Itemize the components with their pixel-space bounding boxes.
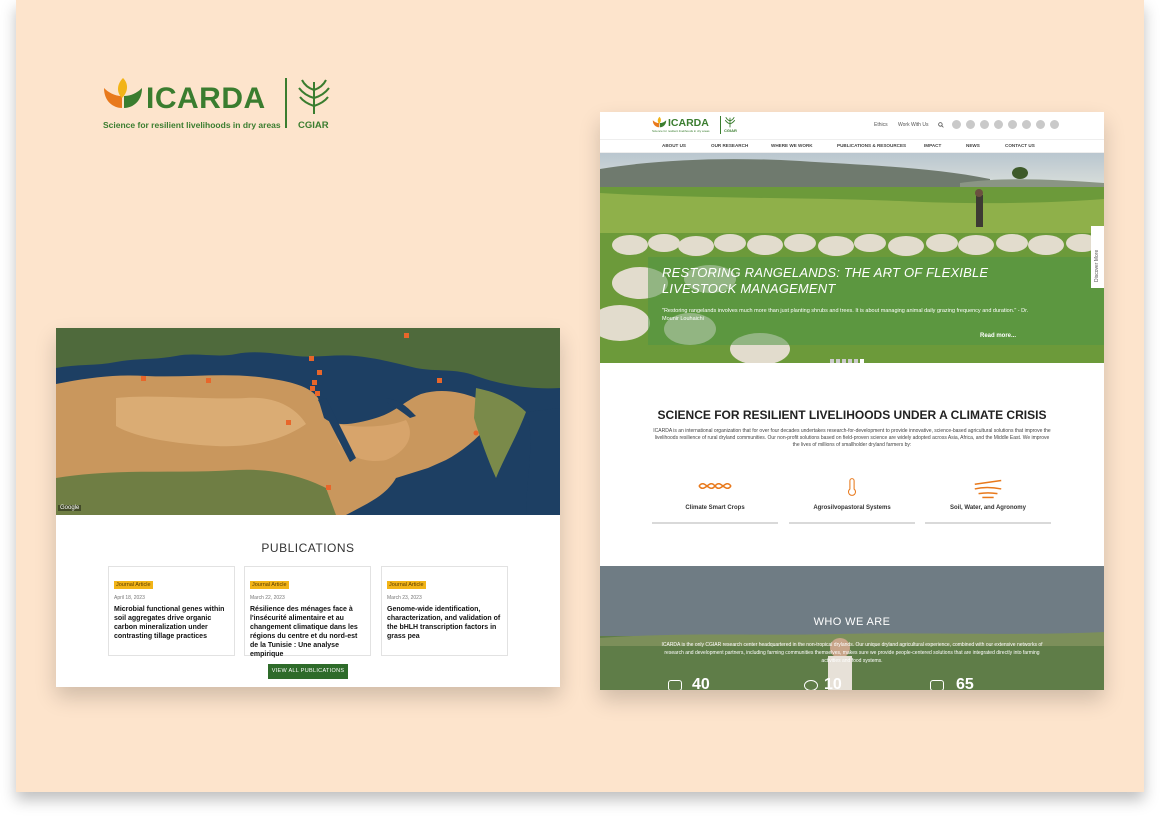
nav-contact-us[interactable]: CONTACT US xyxy=(1005,143,1035,148)
dna-icon xyxy=(698,483,732,489)
slide-dot[interactable] xyxy=(854,359,858,363)
work-with-us-link[interactable]: Work With Us xyxy=(898,122,928,128)
leaf-logo-icon xyxy=(104,78,142,108)
water-soil-icon xyxy=(974,479,1002,499)
publication-date: March 22, 2023 xyxy=(250,595,285,601)
pillar-label: Soil, Water, and Agronomy xyxy=(950,505,1026,511)
ethics-link[interactable]: Ethics xyxy=(874,122,888,128)
flickr-icon[interactable] xyxy=(1008,120,1017,129)
pillar-soil-water-agronomy[interactable]: Soil, Water, and Agronomy xyxy=(925,476,1051,524)
pillar-agrosilvopastoral[interactable]: Agrosilvopastoral Systems xyxy=(789,476,915,524)
brand-divider xyxy=(285,78,287,128)
rss-icon[interactable] xyxy=(1036,120,1045,129)
slide-dot[interactable] xyxy=(830,359,834,363)
linkedin-icon[interactable] xyxy=(980,120,989,129)
thermometer-icon xyxy=(847,478,857,496)
podcast-icon[interactable] xyxy=(1050,120,1059,129)
who-we-are-text: ICARDA is the only CGIAR research center… xyxy=(661,642,1043,664)
twitter-icon[interactable] xyxy=(952,120,961,129)
instagram-icon[interactable] xyxy=(994,120,1003,129)
publication-type-badge: Journal Article xyxy=(250,581,289,589)
brand-name: ICARDA xyxy=(146,82,266,115)
publication-date: April 18, 2023 xyxy=(114,595,145,601)
publications-page-mockup: Google PUBLICATIONS Journal Article Apri… xyxy=(56,328,560,687)
youtube-icon[interactable] xyxy=(1022,120,1031,129)
pillar-climate-smart-crops[interactable]: Climate Smart Crops xyxy=(652,476,778,524)
publication-date: March 23, 2023 xyxy=(387,595,422,601)
who-we-are-section: WHO WE ARE ICARDA is the only CGIAR rese… xyxy=(600,566,1104,690)
slider-pagination xyxy=(830,350,876,363)
pillar-label: Climate Smart Crops xyxy=(685,505,745,511)
site-logo-divider xyxy=(720,116,721,134)
publication-card[interactable]: Journal Article March 22, 2023 Résilienc… xyxy=(244,566,371,659)
homepage-mockup: ICARDA Science for resilient livelihoods… xyxy=(600,112,1104,690)
stat-partners: 65 xyxy=(956,676,974,690)
hero-slider[interactable]: RESTORING RANGELANDS: THE ART OF FLEXIBL… xyxy=(600,153,1104,363)
cgiar-wheat-icon xyxy=(298,79,330,114)
leaf-logo-icon xyxy=(652,116,667,128)
site-cgiar-wordmark: CGIAR xyxy=(724,128,737,133)
calendar-icon xyxy=(668,680,682,690)
publication-title[interactable]: Genome-wide identification, characteriza… xyxy=(387,605,502,641)
publications-heading: PUBLICATIONS xyxy=(261,541,355,555)
publication-title[interactable]: Résilience des ménages face à l'insécuri… xyxy=(250,605,365,659)
hero-read-more-link[interactable]: Read more... xyxy=(980,333,1016,339)
hero-quote: "Restoring rangelands involves much more… xyxy=(662,308,1029,322)
site-header: ICARDA Science for resilient livelihoods… xyxy=(600,112,1104,140)
stat-years: 40 xyxy=(692,676,710,690)
discover-more-label: Discover More xyxy=(1094,249,1100,282)
map-credit: Google xyxy=(58,505,82,511)
site-logo[interactable]: ICARDA Science for resilient livelihoods… xyxy=(652,116,752,136)
nav-publications-resources[interactable]: PUBLICATIONS & RESOURCES xyxy=(837,143,906,148)
site-logo-tagline: Science for resilient livelihoods in dry… xyxy=(652,129,710,133)
nav-our-research[interactable]: OUR RESEARCH xyxy=(711,143,748,148)
nav-where-we-work[interactable]: WHERE WE WORK xyxy=(771,143,813,148)
publication-type-badge: Journal Article xyxy=(387,581,426,589)
publication-card[interactable]: Journal Article April 18, 2023 Microbial… xyxy=(108,566,235,656)
nav-news[interactable]: NEWS xyxy=(966,143,980,148)
slide-dot-active[interactable] xyxy=(860,359,864,363)
search-icon[interactable] xyxy=(938,122,944,128)
cgiar-wordmark: CGIAR xyxy=(298,120,329,131)
icarda-logo: ICARDA Science for resilient livelihoods… xyxy=(102,74,342,134)
brand-tagline: Science for resilient livelihoods in dry… xyxy=(103,120,281,130)
discover-more-tab[interactable]: Discover More xyxy=(1091,226,1104,288)
who-we-are-heading: WHO WE ARE xyxy=(813,616,891,628)
pillar-label: Agrosilvopastoral Systems xyxy=(813,505,891,511)
cgiar-wheat-icon xyxy=(724,116,736,128)
slide-dot[interactable] xyxy=(836,359,840,363)
slide-dot[interactable] xyxy=(842,359,846,363)
main-navigation: ABOUT US OUR RESEARCH WHERE WE WORK PUBL… xyxy=(600,140,1104,153)
publication-card[interactable]: Journal Article March 23, 2023 Genome-wi… xyxy=(381,566,508,656)
stat-countries: 10 xyxy=(824,676,842,690)
view-all-publications-button[interactable]: VIEW ALL PUBLICATIONS xyxy=(268,664,348,679)
hero-title[interactable]: RESTORING RANGELANDS: THE ART OF FLEXIBL… xyxy=(662,265,992,297)
who-we-are-photo xyxy=(600,566,1104,690)
nav-about-us[interactable]: ABOUT US xyxy=(662,143,686,148)
site-logo-name: ICARDA xyxy=(668,117,709,129)
facebook-icon[interactable] xyxy=(966,120,975,129)
mission-text: ICARDA is an international organization … xyxy=(653,428,1051,448)
slide-dot[interactable] xyxy=(848,359,852,363)
location-pin-icon xyxy=(804,680,818,690)
publication-title[interactable]: Microbial functional genes within soil a… xyxy=(114,605,229,641)
nav-impact[interactable]: IMPACT xyxy=(924,143,941,148)
presentation-background: ICARDA Science for resilient livelihoods… xyxy=(16,0,1144,792)
publication-type-badge: Journal Article xyxy=(114,581,153,589)
mission-heading: SCIENCE FOR RESILIENT LIVELIHOODS UNDER … xyxy=(657,408,1047,422)
handshake-icon xyxy=(930,680,944,690)
satellite-map[interactable] xyxy=(56,328,560,515)
